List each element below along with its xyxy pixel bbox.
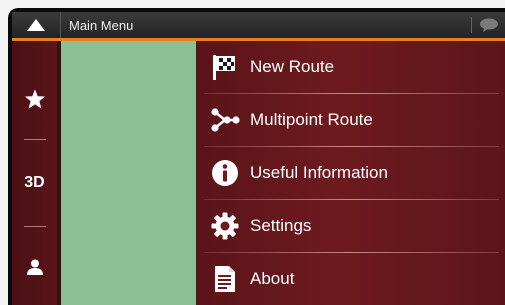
menu-item-label: Useful Information — [250, 163, 388, 182]
multipoint-route-icon — [210, 105, 240, 135]
top-bar: Main Menu — [12, 12, 505, 41]
chevron-up-icon — [27, 19, 45, 31]
document-icon — [210, 264, 240, 294]
divider — [471, 17, 472, 33]
map-view[interactable] — [61, 41, 196, 305]
menu-item-label: Multipoint Route — [250, 110, 373, 129]
favorites-button[interactable] — [12, 79, 57, 119]
gear-icon — [210, 211, 240, 241]
info-icon — [210, 158, 240, 188]
main-menu: New Route Multipoint Route Useful Inform… — [196, 41, 505, 305]
checkered-flag-icon — [210, 52, 240, 82]
menu-item-label: New Route — [250, 57, 335, 76]
sidebar: 3D — [12, 41, 57, 305]
menu-item-label: Settings — [250, 216, 312, 235]
device-frame: Main Menu 3D New Route Multipoint Route … — [8, 8, 505, 305]
user-icon — [26, 259, 43, 275]
chat-icon[interactable] — [479, 18, 499, 32]
back-button[interactable] — [12, 12, 61, 38]
star-icon — [24, 89, 45, 109]
menu-item-new-route[interactable]: New Route — [196, 41, 505, 93]
sidebar-divider — [24, 226, 46, 227]
menu-item-useful-information[interactable]: Useful Information — [196, 147, 505, 199]
navigation-screen: Main Menu 3D New Route Multipoint Route … — [12, 12, 505, 305]
3d-view-button[interactable]: 3D — [12, 163, 57, 203]
menu-item-settings[interactable]: Settings — [196, 200, 505, 252]
menu-item-about[interactable]: About — [196, 253, 505, 305]
page-title: Main Menu — [69, 18, 134, 33]
profile-button[interactable] — [12, 247, 57, 287]
menu-item-multipoint-route[interactable]: Multipoint Route — [196, 94, 505, 146]
menu-item-label: About — [250, 269, 295, 288]
sidebar-divider — [24, 139, 46, 140]
